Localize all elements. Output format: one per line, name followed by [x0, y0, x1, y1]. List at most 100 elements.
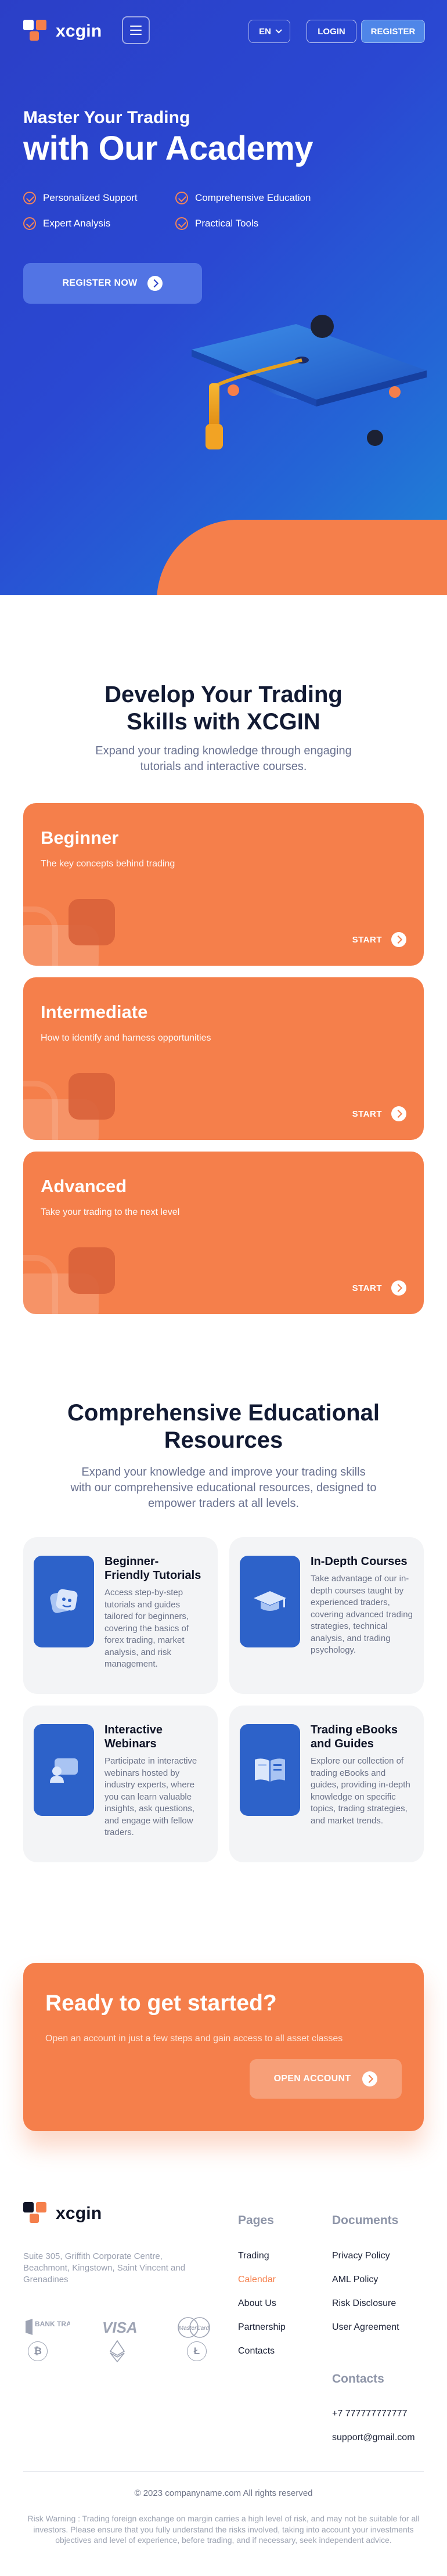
footer-address: Suite 305, Griffith Corporate Centre, Be…: [23, 2251, 186, 2284]
arrow-right-icon: [391, 932, 406, 947]
documents-title: Documents: [332, 2214, 399, 2227]
feature-item: Comprehensive Education: [175, 192, 327, 204]
mastercard-icon: MasterCard: [178, 2317, 210, 2338]
pages-title: Pages: [238, 2214, 274, 2227]
svg-text:BANK TRANSFER: BANK TRANSFER: [35, 2320, 70, 2328]
resource-card-webinars[interactable]: Interactive Webinars Participate in inte…: [23, 1706, 218, 1862]
start-button[interactable]: START: [352, 1280, 406, 1296]
resource-text: Explore our collection of trading eBooks…: [311, 1756, 410, 1826]
resource-card-courses[interactable]: In-Depth Courses Take advantage of our i…: [229, 1537, 424, 1694]
feature-item: Personalized Support: [23, 192, 175, 204]
footer-link-trading[interactable]: Trading: [238, 2251, 269, 2261]
login-button[interactable]: LOGIN: [307, 20, 356, 43]
menu-button[interactable]: [122, 16, 150, 44]
footer-link-calendar[interactable]: Calendar: [238, 2275, 276, 2285]
level-description: The key concepts behind trading: [41, 859, 175, 869]
resources-title: Comprehensive Educational Resources: [67, 1400, 380, 1453]
resource-text: Access step-by-step tutorials and guides…: [104, 1588, 189, 1669]
hero-subtitle: Master Your Trading: [23, 108, 190, 127]
hero-section: xcgin EN LOGIN REGISTER Master Your Trad…: [0, 0, 447, 595]
open-account-button[interactable]: OPEN ACCOUNT: [250, 2059, 402, 2099]
hero-decorative-shape: [157, 520, 447, 595]
svg-text:MasterCard: MasterCard: [179, 2325, 210, 2332]
footer-link-contacts[interactable]: Contacts: [238, 2346, 275, 2356]
register-now-button[interactable]: REGISTER NOW: [23, 263, 202, 304]
check-circle-icon: [175, 217, 188, 230]
graduation-cap-icon: [240, 1556, 300, 1647]
footer-link-user-agreement[interactable]: User Agreement: [332, 2322, 399, 2333]
resource-title: Beginner- Friendly Tutorials: [104, 1555, 201, 1582]
skills-description: Expand your trading knowledge through en…: [95, 744, 352, 773]
copyright: © 2023 companyname.com All rights reserv…: [134, 2488, 313, 2498]
card-decoration: [69, 899, 115, 945]
hero-title: with Our Academy: [23, 129, 313, 167]
level-card-intermediate[interactable]: Intermediate How to identify and harness…: [23, 977, 424, 1140]
check-circle-icon: [23, 192, 36, 204]
language-label: EN: [259, 26, 271, 37]
chevron-down-icon: [275, 27, 282, 34]
start-button[interactable]: START: [352, 1106, 406, 1121]
footer-phone[interactable]: +7 777777777777: [332, 2409, 407, 2419]
footer-link-risk-disclosure[interactable]: Risk Disclosure: [332, 2298, 396, 2309]
footer-logo[interactable]: xcgin: [23, 2202, 102, 2225]
resource-card-ebooks[interactable]: Trading eBooks and Guides Explore our co…: [229, 1706, 424, 1862]
check-circle-icon: [23, 217, 36, 230]
level-card-beginner[interactable]: Beginner The key concepts behind trading…: [23, 803, 424, 966]
ethereum-icon: [110, 2340, 125, 2362]
bitcoin-icon: ₿: [28, 2341, 48, 2361]
level-description: How to identify and harness opportunitie…: [41, 1033, 211, 1043]
language-selector[interactable]: EN: [248, 20, 290, 43]
resource-title: Trading eBooks and Guides: [311, 1724, 398, 1750]
footer-link-about-us[interactable]: About Us: [238, 2298, 276, 2309]
svg-text:VISA: VISA: [102, 2319, 138, 2336]
hero-features: Personalized Support Comprehensive Educa…: [23, 192, 348, 230]
level-title: Beginner: [41, 828, 119, 848]
skills-title: Develop Your Trading Skills with XCGIN: [104, 682, 343, 735]
footer-logo-text: xcgin: [56, 2204, 102, 2223]
ready-title: Ready to get started?: [45, 1991, 277, 2016]
footer-link-partnership[interactable]: Partnership: [238, 2322, 286, 2333]
payment-methods: BANK TRANSFER VISA MasterCard: [23, 2316, 215, 2339]
footer-divider: [23, 2471, 424, 2472]
hamburger-icon: [130, 26, 142, 27]
top-navigation: xcgin EN LOGIN REGISTER: [0, 0, 447, 62]
arrow-right-icon: [391, 1106, 406, 1121]
feature-item: Practical Tools: [175, 217, 327, 230]
level-title: Advanced: [41, 1176, 127, 1196]
resource-title: In-Depth Courses: [311, 1555, 408, 1568]
resource-card-tutorials[interactable]: Beginner- Friendly Tutorials Access step…: [23, 1537, 218, 1694]
ready-cta-section: Ready to get started? Open an account in…: [23, 1963, 424, 2131]
card-decoration: [69, 1073, 115, 1120]
logo-mark-icon: [23, 2202, 50, 2225]
visa-icon: VISA: [102, 2319, 138, 2336]
logo-text: xcgin: [56, 21, 102, 41]
footer-link-privacy-policy[interactable]: Privacy Policy: [332, 2251, 390, 2261]
presentation-icon: [34, 1724, 94, 1816]
litecoin-icon: Ł: [187, 2341, 207, 2361]
logo[interactable]: xcgin: [23, 20, 102, 43]
level-description: Take your trading to the next level: [41, 1207, 180, 1217]
register-button[interactable]: REGISTER: [361, 20, 425, 43]
ready-text: Open an account in just a few steps and …: [45, 2034, 343, 2043]
level-card-advanced[interactable]: Advanced Take your trading to the next l…: [23, 1152, 424, 1314]
check-circle-icon: [175, 192, 188, 204]
crypto-methods: ₿ Ł: [23, 2340, 215, 2362]
resource-text: Take advantage of our in-depth courses t…: [311, 1574, 413, 1655]
resource-title: Interactive Webinars: [104, 1724, 163, 1750]
contacts-title: Contacts: [332, 2372, 384, 2386]
risk-warning: Risk Warning : Trading foreign exchange …: [27, 2514, 420, 2545]
footer-link-aml-policy[interactable]: AML Policy: [332, 2275, 378, 2285]
feature-item: Expert Analysis: [23, 217, 175, 230]
start-button[interactable]: START: [352, 932, 406, 947]
resources-description: Expand your knowledge and improve your t…: [70, 1466, 377, 1510]
arrow-right-icon: [362, 2071, 378, 2086]
book-icon: [240, 1724, 300, 1816]
open-account-label: OPEN ACCOUNT: [273, 2074, 351, 2084]
footer-email[interactable]: support@gmail.com: [332, 2433, 415, 2443]
graduation-cap-icon: [192, 315, 427, 449]
arrow-right-icon: [391, 1280, 406, 1296]
resource-text: Participate in interactive webinars host…: [104, 1756, 197, 1837]
register-now-label: REGISTER NOW: [62, 278, 138, 288]
level-title: Intermediate: [41, 1002, 148, 1022]
card-decoration: [69, 1247, 115, 1294]
